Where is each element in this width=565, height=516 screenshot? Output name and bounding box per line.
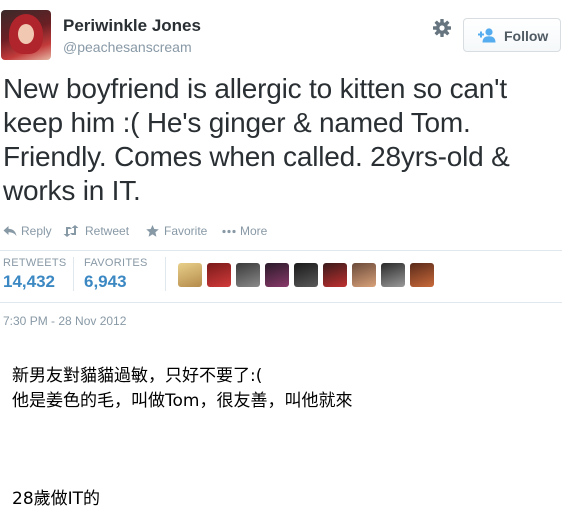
retweet-label: Retweet bbox=[85, 224, 130, 238]
stats-divider bbox=[73, 257, 74, 291]
caption-line: 新男友對貓貓過敏，只好不要了:( bbox=[12, 366, 263, 386]
avatar[interactable] bbox=[381, 263, 405, 287]
follow-button[interactable]: Follow bbox=[463, 18, 561, 52]
avatar[interactable] bbox=[352, 263, 376, 287]
avatar-face bbox=[18, 24, 34, 44]
avatar[interactable] bbox=[178, 263, 202, 287]
reply-icon bbox=[3, 226, 17, 236]
follow-label: Follow bbox=[504, 28, 549, 44]
caption-line: 28歲做IT的 bbox=[12, 489, 101, 509]
retweets-count[interactable]: 14,432 bbox=[3, 272, 55, 292]
star-icon bbox=[146, 225, 159, 237]
caption-line: 他是姜色的毛，叫做Tom，很友善，叫他就來 bbox=[12, 391, 353, 411]
favorites-count[interactable]: 6,943 bbox=[84, 272, 127, 292]
favorite-label: Favorite bbox=[164, 224, 208, 238]
gear-icon[interactable] bbox=[432, 18, 452, 38]
avatar[interactable] bbox=[1, 10, 51, 60]
retweet-icon bbox=[63, 225, 79, 237]
tweet-timestamp[interactable]: 7:30 PM - 28 Nov 2012 bbox=[3, 314, 126, 328]
avatar[interactable] bbox=[294, 263, 318, 287]
tweet-text: New boyfriend is allergic to kitten so c… bbox=[3, 73, 510, 206]
avatar[interactable] bbox=[236, 263, 260, 287]
reply-label: Reply bbox=[21, 224, 52, 238]
more-dots-icon bbox=[222, 229, 236, 234]
user-handle[interactable]: @peachesanscream bbox=[63, 39, 192, 55]
avatar[interactable] bbox=[265, 263, 289, 287]
user-name[interactable]: Periwinkle Jones bbox=[63, 16, 201, 36]
avatar[interactable] bbox=[410, 263, 434, 287]
avatar[interactable] bbox=[323, 263, 347, 287]
stats-divider bbox=[165, 257, 166, 291]
avatar[interactable] bbox=[207, 263, 231, 287]
divider bbox=[0, 250, 562, 251]
divider bbox=[0, 302, 562, 303]
add-user-icon bbox=[478, 28, 496, 43]
retweets-label: RETWEETS bbox=[3, 257, 67, 269]
favorites-label: FAVORITES bbox=[84, 257, 148, 269]
tweet-header: Periwinkle Jones @peachesanscream Follow bbox=[0, 8, 565, 60]
more-label: More bbox=[240, 224, 268, 238]
